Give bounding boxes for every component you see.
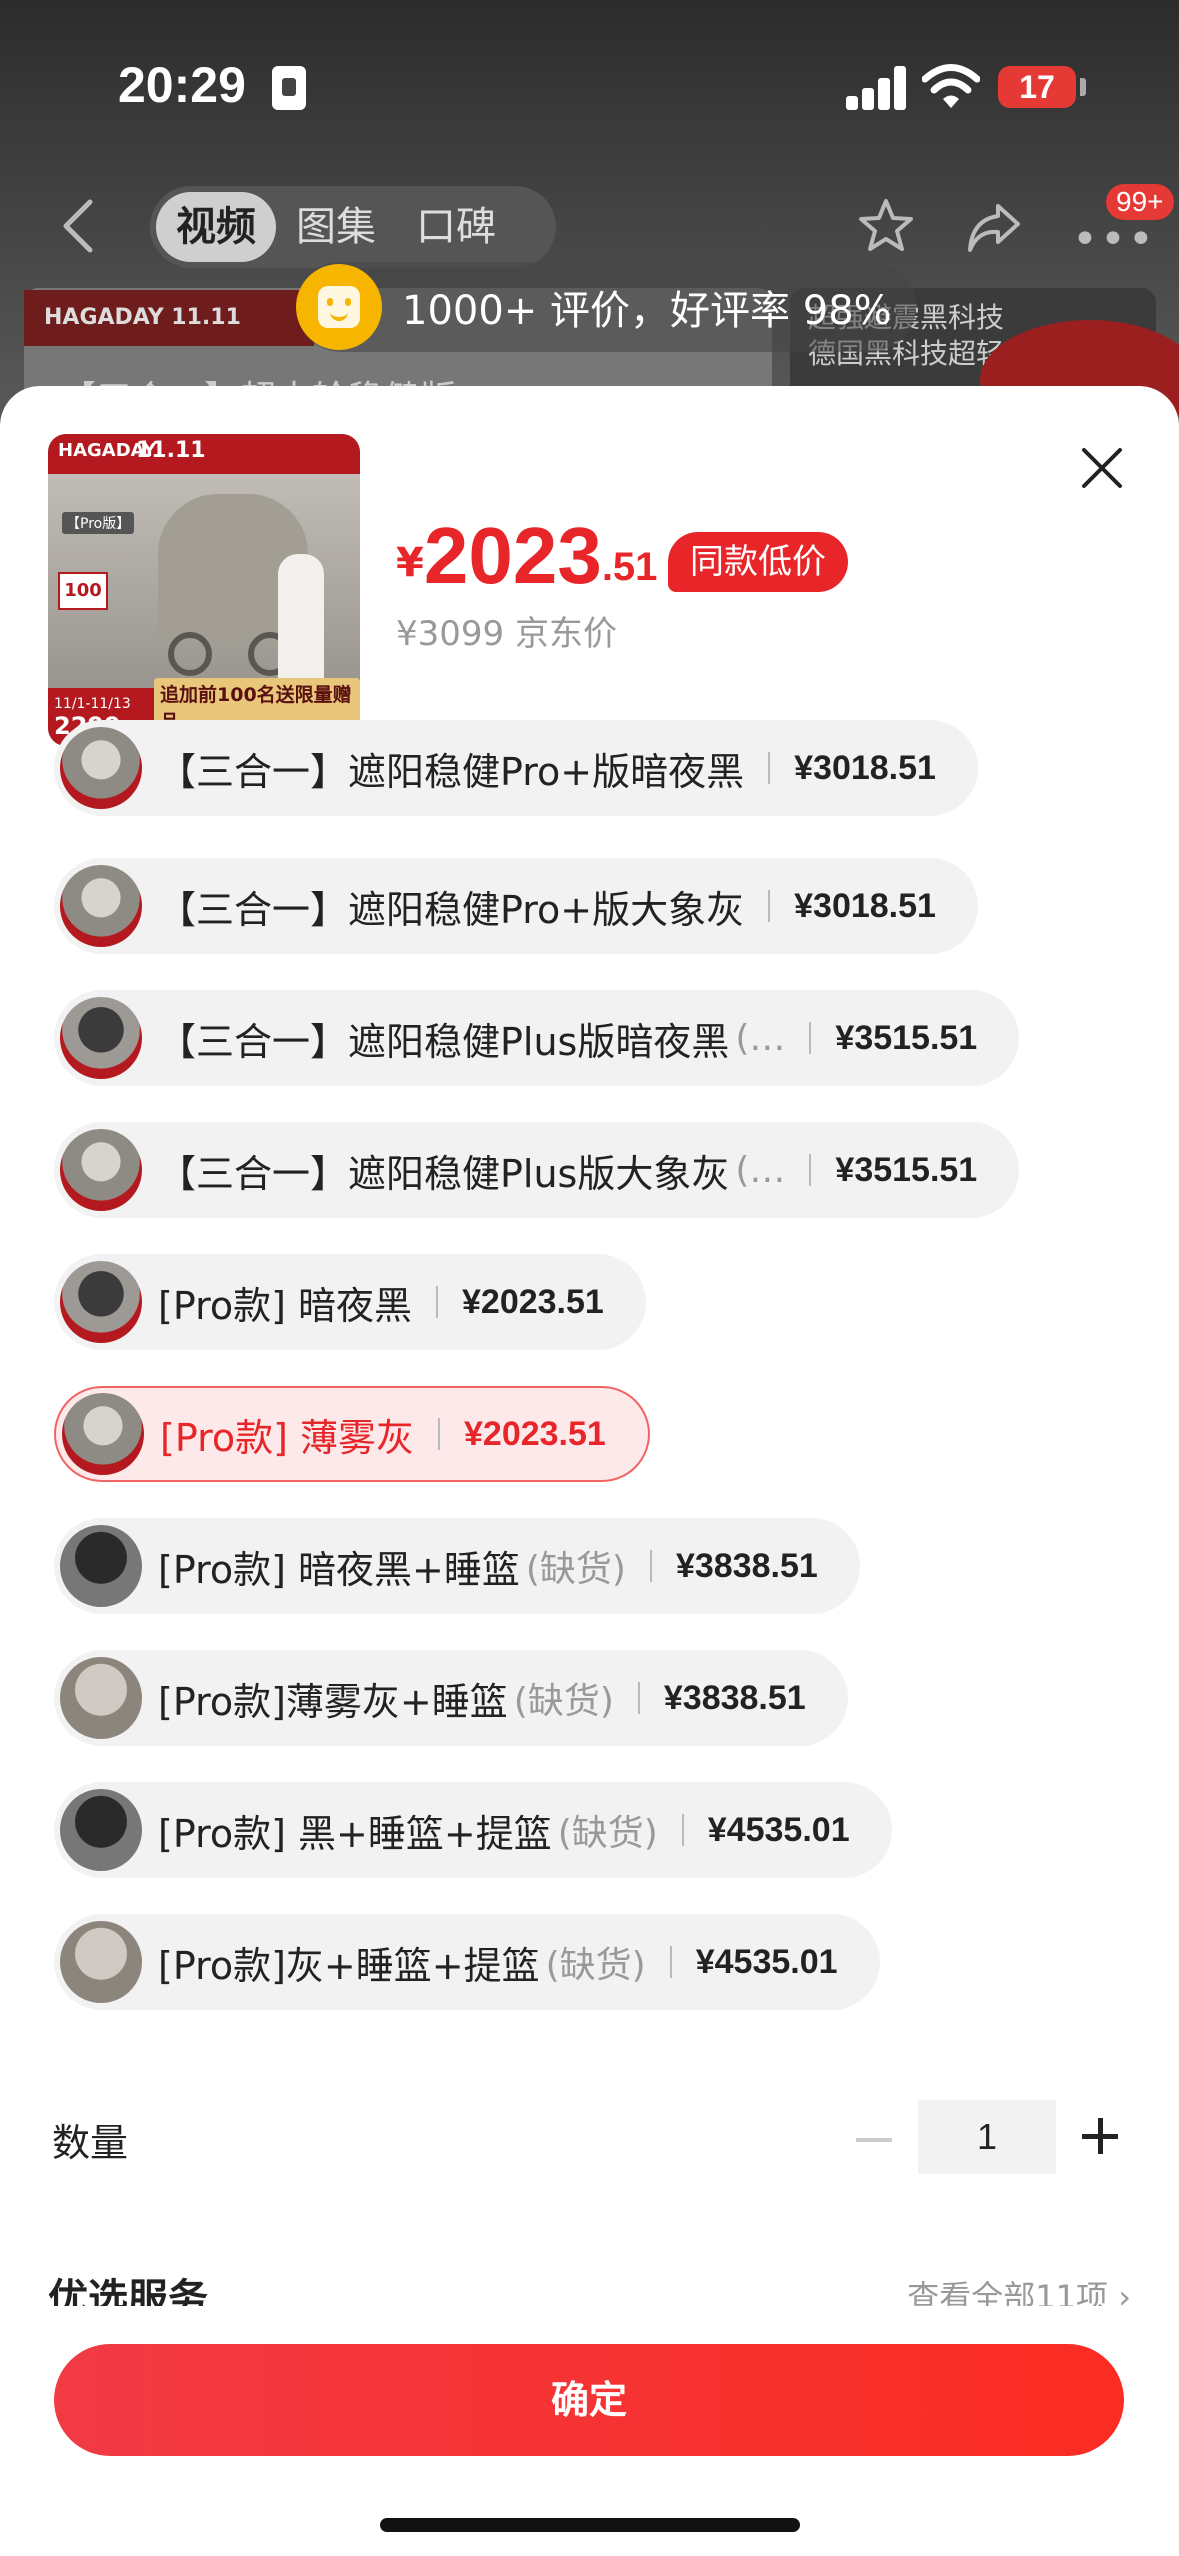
variant-label: [Pro款] 暗夜黑 — [158, 1283, 413, 1328]
tab-video[interactable]: 视频 — [156, 192, 276, 262]
smile-icon — [296, 264, 382, 350]
more-icon[interactable]: ••• — [1072, 214, 1156, 265]
variant-label: 【三合一】遮阳稳健Plus版大象灰 — [158, 1151, 730, 1196]
home-indicator — [380, 2518, 800, 2532]
review-bubble[interactable]: 1000+ 评价，好评率 98% — [296, 262, 916, 352]
price-decimal: .51 — [601, 545, 658, 589]
media-tabs: 视频 图集 口碑 — [150, 186, 556, 268]
variant-option[interactable]: 【三合一】遮阳稳健Plus版暗夜黑 (… ¥3515.51 — [54, 990, 1020, 1086]
variant-thumbnail — [60, 1789, 142, 1871]
quantity-increase-button[interactable] — [1082, 2118, 1118, 2154]
share-icon[interactable] — [964, 200, 1024, 256]
variant-thumbnail — [60, 1129, 142, 1211]
status-bar: 20:29 17 — [0, 0, 1179, 170]
variant-option[interactable]: [Pro款] 黑+睡篮+提篮 (缺货) ¥4535.01 — [54, 1782, 892, 1878]
thumb-date: 11/1-11/13 — [54, 696, 131, 712]
current-price: ¥ 2023 .51 — [396, 516, 657, 596]
variant-price: ¥4535.01 — [707, 1810, 850, 1849]
variant-label: [Pro款]薄雾灰+睡篮 — [158, 1679, 508, 1724]
variant-price: ¥4535.01 — [695, 1942, 838, 1981]
battery-icon: 17 — [998, 66, 1076, 108]
sim-card-icon — [272, 66, 306, 110]
variant-price: ¥3838.51 — [675, 1546, 818, 1585]
variant-label: 【三合一】遮阳稳健Pro+版暗夜黑 — [158, 749, 745, 794]
model-image — [278, 554, 324, 684]
low-price-tag: 同款低价 — [668, 532, 848, 592]
variant-thumbnail — [60, 997, 142, 1079]
variant-thumbnail — [60, 1921, 142, 2003]
variant-option[interactable]: [Pro款]薄雾灰+睡篮 (缺货) ¥3838.51 — [54, 1650, 848, 1746]
variant-stock-note: (缺货) — [525, 1549, 626, 1590]
variant-label: [Pro款] 薄雾灰 — [160, 1415, 415, 1460]
status-time: 20:29 — [118, 57, 246, 113]
variant-stock-note: (… — [735, 1017, 786, 1059]
sku-selector-sheet: HAGADAY 11.11 【Pro版】 100 11/1-11/13 2299… — [0, 386, 1179, 2556]
tab-gallery[interactable]: 图集 — [276, 192, 396, 262]
variant-option[interactable]: 【三合一】遮阳稳健Pro+版大象灰 ¥3018.51 — [54, 858, 978, 954]
variant-label: [Pro款] 黑+睡篮+提篮 — [158, 1811, 552, 1856]
variant-label: 【三合一】遮阳稳健Pro+版大象灰 — [158, 887, 745, 932]
variant-label: [Pro款] 暗夜黑+睡篮 — [158, 1547, 520, 1592]
variant-thumbnail — [60, 1525, 142, 1607]
close-icon[interactable] — [1076, 442, 1128, 494]
wifi-icon — [922, 64, 980, 108]
quantity-input[interactable]: 1 — [918, 2100, 1056, 2174]
variant-option[interactable]: 【三合一】遮阳稳健Plus版大象灰 (… ¥3515.51 — [54, 1122, 1020, 1218]
variant-price: ¥3018.51 — [794, 886, 936, 925]
price-integer: 2023 — [423, 511, 602, 600]
variant-thumbnail — [60, 865, 142, 947]
tab-reviews[interactable]: 口碑 — [396, 192, 516, 262]
thumb-pro-label: 【Pro版】 — [62, 512, 135, 534]
quantity-label: 数量 — [52, 2121, 129, 2165]
thumb-badge: 100 — [58, 572, 108, 610]
variant-price: ¥3515.51 — [835, 1018, 978, 1057]
variant-options: 【三合一】遮阳稳健Pro+版暗夜黑 ¥3018.51 【三合一】遮阳稳健Pro+… — [0, 720, 1179, 2010]
thumb-event: 11.11 — [136, 438, 206, 463]
jd-reference-price: ¥3099 京东价 — [396, 614, 617, 654]
variant-stock-note: (缺货) — [513, 1681, 614, 1722]
variant-label: [Pro款]灰+睡篮+提篮 — [158, 1943, 540, 1988]
variant-price: ¥3515.51 — [835, 1150, 978, 1189]
price-currency: ¥ — [396, 540, 424, 586]
variant-option[interactable]: [Pro款]灰+睡篮+提篮 (缺货) ¥4535.01 — [54, 1914, 880, 2010]
variant-thumbnail — [60, 1657, 142, 1739]
variant-price: ¥3838.51 — [663, 1678, 806, 1717]
background-brand: HAGADAY 11.11 — [24, 290, 314, 346]
favorite-star-icon[interactable] — [856, 196, 916, 256]
variant-price: ¥3018.51 — [794, 748, 936, 787]
variant-option[interactable]: 【三合一】遮阳稳健Pro+版暗夜黑 ¥3018.51 — [54, 720, 978, 816]
variant-option[interactable]: [Pro款] 暗夜黑 ¥2023.51 — [54, 1254, 646, 1350]
signal-icon — [846, 66, 906, 110]
back-icon[interactable] — [56, 196, 100, 256]
variant-thumbnail — [62, 1393, 144, 1475]
variant-price: ¥2023.51 — [462, 1282, 604, 1321]
variant-option[interactable]: [Pro款] 暗夜黑+睡篮 (缺货) ¥3838.51 — [54, 1518, 860, 1614]
variant-stock-note: (… — [735, 1149, 786, 1191]
variant-stock-note: (缺货) — [545, 1945, 646, 1986]
variant-option-selected[interactable]: [Pro款] 薄雾灰 ¥2023.51 — [54, 1386, 650, 1482]
variant-thumbnail — [60, 1261, 142, 1343]
variant-price: ¥2023.51 — [464, 1414, 606, 1453]
review-text: 1000+ 评价，好评率 98% — [402, 288, 892, 334]
quantity-decrease-button[interactable] — [856, 2138, 892, 2142]
variant-stock-note: (缺货) — [557, 1813, 658, 1854]
variant-label: 【三合一】遮阳稳健Plus版暗夜黑 — [158, 1019, 730, 1064]
variant-thumbnail — [60, 727, 142, 809]
product-thumbnail[interactable]: HAGADAY 11.11 【Pro版】 100 11/1-11/13 2299… — [48, 434, 360, 746]
confirm-button[interactable]: 确定 — [54, 2344, 1124, 2456]
message-badge: 99+ — [1106, 184, 1174, 220]
battery-cap — [1080, 78, 1086, 96]
